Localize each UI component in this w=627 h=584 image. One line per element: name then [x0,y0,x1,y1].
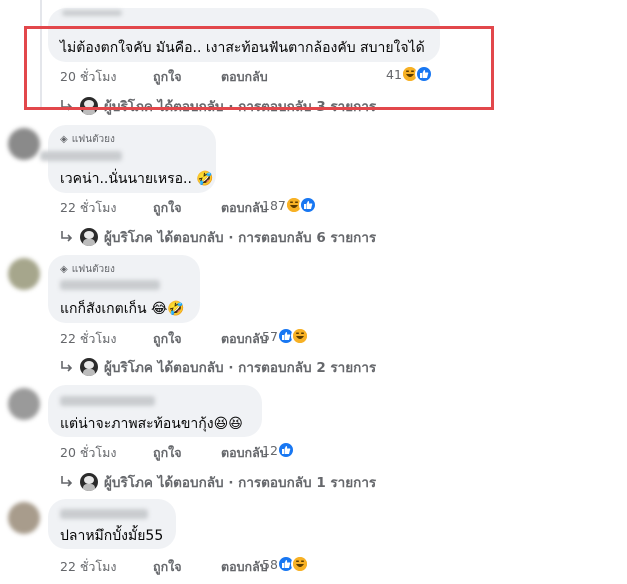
like-icon [276,441,295,459]
comment-actions: 22 ชั่วโมง ถูกใจ ตอบกลับ [60,329,268,349]
commenter-avatar[interactable] [8,502,40,534]
reaction-summary[interactable]: 57 [262,327,309,345]
like-icon [298,196,317,214]
commenter-name[interactable] [40,151,122,161]
reaction-summary[interactable]: 12 [262,441,295,459]
commenter-name[interactable] [62,10,122,16]
comment-timestamp[interactable]: 22 ชั่วโมง [60,557,153,577]
commenter-name[interactable] [60,280,160,290]
replies-summary: ผู้บริโภค ได้ตอบกลับ · การตอบกลับ 1 รายก… [104,475,377,491]
fan-badge-label: แฟนตัวยง [71,264,115,275]
reply-arrow-icon [61,476,73,487]
reaction-summary[interactable]: 58 [262,555,309,573]
reply-link[interactable]: ตอบกลับ [221,198,268,218]
commenter-name[interactable] [60,509,148,519]
highlight-box [24,26,494,110]
haha-icon [290,327,309,345]
diamond-icon: ◈ [60,264,68,275]
reaction-count: 12 [262,442,278,458]
view-replies-link[interactable]: ผู้บริโภค ได้ตอบกลับ · การตอบกลับ 6 รายก… [60,226,376,248]
like-link[interactable]: ถูกใจ [153,198,221,218]
comment-text: แต่น่าจะภาพสะท้อนขากุ้ง😆😆 [60,416,243,432]
reaction-summary[interactable]: 187 [262,196,317,214]
comment-actions: 22 ชั่วโมง ถูกใจ ตอบกลับ [60,557,268,577]
commenter-avatar[interactable] [8,258,40,290]
page-avatar [80,228,98,246]
like-link[interactable]: ถูกใจ [153,329,221,349]
page-avatar [80,473,98,491]
fan-badge-label: แฟนตัวยง [71,134,115,145]
comment-timestamp[interactable]: 20 ชั่วโมง [60,443,153,463]
comment-text: ปลาหมึกบั้งมั้ย55 [60,528,164,544]
fan-badge: ◈ แฟนตัวยง [60,262,115,277]
page-avatar [80,358,98,376]
commenter-avatar[interactable] [8,128,40,160]
reply-arrow-icon [61,231,73,242]
like-link[interactable]: ถูกใจ [153,443,221,463]
view-replies-link[interactable]: ผู้บริโภค ได้ตอบกลับ · การตอบกลับ 1 รายก… [60,471,376,493]
replies-summary: ผู้บริโภค ได้ตอบกลับ · การตอบกลับ 6 รายก… [104,230,377,246]
reaction-count: 57 [262,328,278,344]
comment-text: แกก็สังเกตเก็น 😂🤣 [60,301,185,317]
reply-link[interactable]: ตอบกลับ [221,443,268,463]
comment-actions: 22 ชั่วโมง ถูกใจ ตอบกลับ [60,198,268,218]
commenter-avatar[interactable] [8,388,40,420]
reply-arrow-icon [61,361,73,372]
comment-actions: 20 ชั่วโมง ถูกใจ ตอบกลับ [60,443,268,463]
comment-timestamp[interactable]: 22 ชั่วโมง [60,198,153,218]
reply-link[interactable]: ตอบกลับ [221,557,268,577]
reply-link[interactable]: ตอบกลับ [221,329,268,349]
like-link[interactable]: ถูกใจ [153,557,221,577]
replies-summary: ผู้บริโภค ได้ตอบกลับ · การตอบกลับ 2 รายก… [104,360,377,376]
haha-icon [290,555,309,573]
fan-badge: ◈ แฟนตัวยง [60,132,115,147]
reaction-count: 58 [262,556,278,572]
diamond-icon: ◈ [60,134,68,145]
view-replies-link[interactable]: ผู้บริโภค ได้ตอบกลับ · การตอบกลับ 2 รายก… [60,356,376,378]
comment-timestamp[interactable]: 22 ชั่วโมง [60,329,153,349]
reaction-count: 187 [262,197,286,213]
commenter-name[interactable] [60,396,155,406]
comment-text: เวคน่า..นั่นนายเหรอ.. 🤣 [60,171,214,187]
